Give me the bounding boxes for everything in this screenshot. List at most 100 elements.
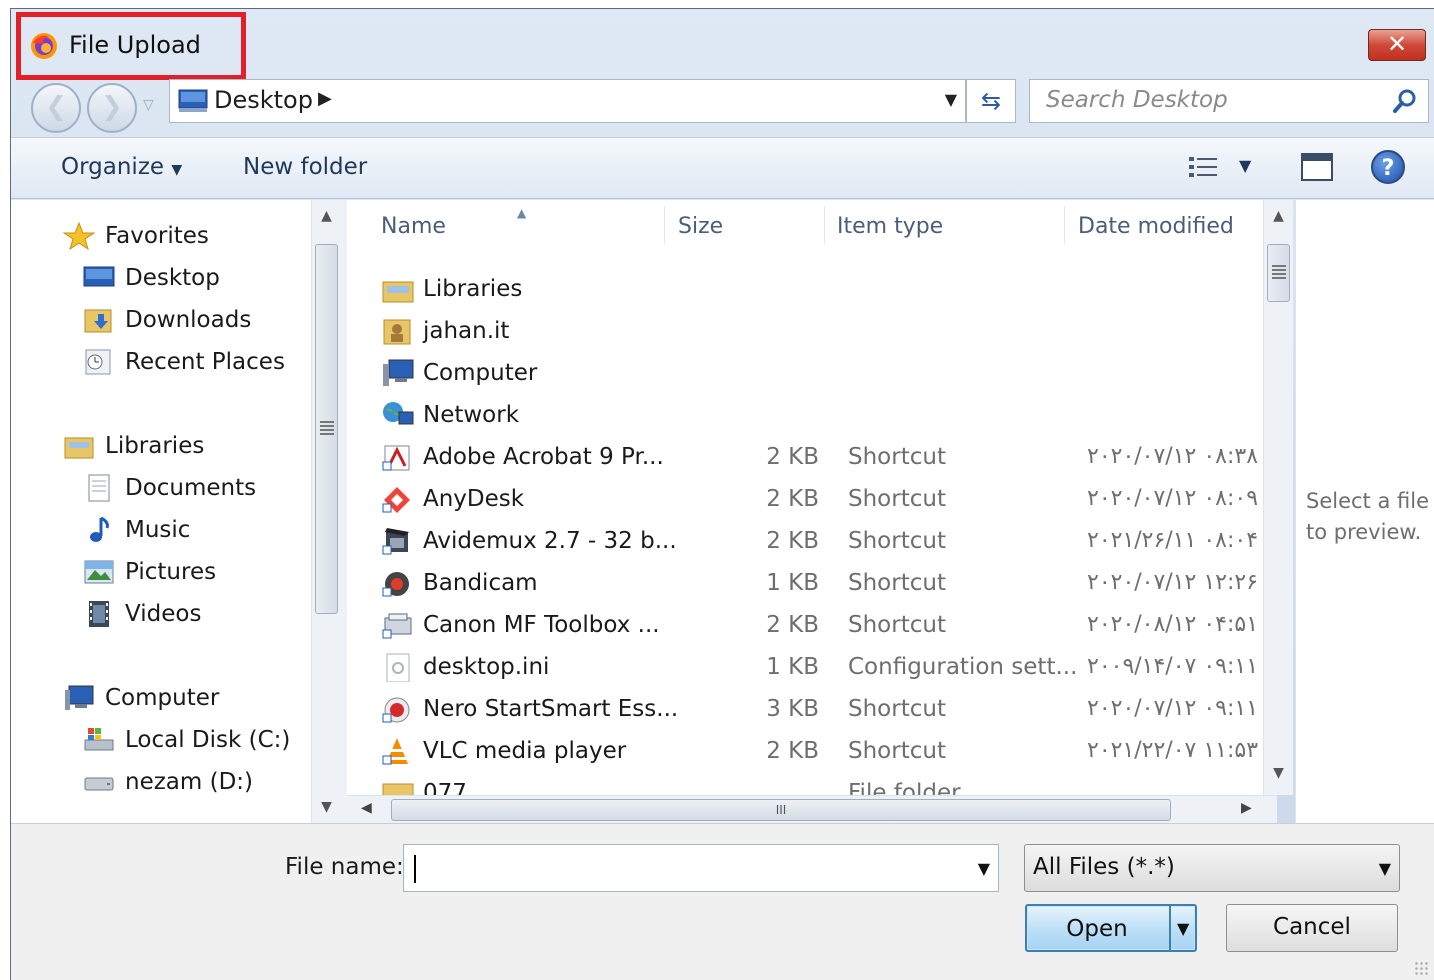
file-row[interactable]: Network xyxy=(347,394,1277,436)
file-row[interactable]: desktop.ini 1 KB Configuration sett... ۲۰۰۹… xyxy=(347,646,1277,688)
close-button[interactable]: ✕ xyxy=(1368,29,1426,61)
column-header-name[interactable]: Name xyxy=(381,214,446,239)
navigation-pane: Favorites Desktop Downloads Recent Place… xyxy=(11,200,341,823)
file-name-cell[interactable]: Adobe Acrobat 9 Pr... xyxy=(381,442,664,472)
file-row[interactable]: Computer xyxy=(347,352,1277,394)
column-header-size[interactable]: Size xyxy=(678,214,723,239)
column-header-item-type[interactable]: Item type xyxy=(837,214,943,239)
horizontal-scrollbar[interactable]: ◀ III ▶ xyxy=(347,795,1277,823)
search-box[interactable]: Search Desktop xyxy=(1029,79,1429,123)
file-name-cell[interactable]: desktop.ini xyxy=(381,652,549,682)
column-separator[interactable] xyxy=(1064,206,1065,244)
nav-item-videos[interactable]: Videos xyxy=(83,600,201,628)
column-separator[interactable] xyxy=(664,206,665,244)
file-date-cell: ۲۰۲۰/۰۷/۱۲ ۰۹:۱۱ xyxy=(1087,696,1259,721)
scrollbar-thumb[interactable] xyxy=(1267,244,1290,302)
help-icon[interactable]: ? xyxy=(1371,150,1405,184)
file-row[interactable]: Nero StartSmart Ess... 3 KB Shortcut ۲۰۲۰/۰… xyxy=(347,688,1277,730)
file-name-cell[interactable]: Bandicam xyxy=(381,568,538,598)
open-options-dropdown-icon[interactable]: ▼ xyxy=(1177,919,1189,938)
address-dropdown-icon[interactable]: ▼ xyxy=(945,90,957,109)
scroll-left-arrow-icon[interactable]: ◀ xyxy=(361,800,372,816)
nav-item-desktop[interactable]: Desktop xyxy=(83,264,220,292)
file-name-text: jahan.it xyxy=(423,318,510,344)
file-row[interactable]: Canon MF Toolbox ... 2 KB Shortcut ۲۰۲۰/۰۸/… xyxy=(347,604,1277,646)
file-name-text: Computer xyxy=(423,360,538,386)
refresh-button[interactable]: ⇆ xyxy=(966,79,1016,123)
nav-item-downloads[interactable]: Downloads xyxy=(83,306,251,334)
nav-item-music[interactable]: Music xyxy=(83,516,190,544)
nav-item-documents[interactable]: Documents xyxy=(83,474,256,502)
scroll-down-arrow-icon[interactable]: ▼ xyxy=(312,799,341,815)
file-date-cell: ۲۰۲۱/۲۲/۰۷ ۱۱:۵۳ xyxy=(1087,738,1259,763)
file-row[interactable]: jahan.it xyxy=(347,310,1277,352)
nav-item-drive-d[interactable]: nezam (D:) xyxy=(83,768,253,796)
scrollbar-thumb[interactable] xyxy=(315,244,338,614)
file-row[interactable]: Adobe Acrobat 9 Pr... 2 KB Shortcut ۲۰۲۰/۰۷… xyxy=(347,436,1277,478)
file-list-scrollbar[interactable]: ▲ ▼ xyxy=(1263,200,1293,795)
address-location[interactable]: Desktop xyxy=(214,86,313,114)
file-name-cell[interactable]: AnyDesk xyxy=(381,484,524,514)
horizontal-scrollbar-thumb[interactable]: III xyxy=(391,799,1171,821)
new-folder-button[interactable]: New folder xyxy=(243,154,367,180)
file-row[interactable]: VLC media player 2 KB Shortcut ۲۰۲۱/۲۲/۰۷ ۱… xyxy=(347,730,1277,772)
back-button[interactable]: ❮ xyxy=(31,83,81,133)
file-row[interactable]: 077 File folder xyxy=(347,772,1277,795)
file-row[interactable]: AnyDesk 2 KB Shortcut ۲۰۲۰/۰۷/۱۲ ۰۸:۰۹ xyxy=(347,478,1277,520)
desktop-icon xyxy=(178,89,208,112)
file-name-cell[interactable]: Libraries xyxy=(381,274,522,304)
open-button[interactable]: Open ▼ xyxy=(1025,904,1197,952)
scroll-down-arrow-icon[interactable]: ▼ xyxy=(1264,765,1293,781)
folder-icon xyxy=(382,783,414,795)
file-name-cell[interactable]: VLC media player xyxy=(381,736,626,766)
scroll-up-arrow-icon[interactable]: ▲ xyxy=(1264,208,1293,224)
dialog-footer: File name: ▼ All Files (*.*) ▼ Open ▼ Ca… xyxy=(11,823,1434,980)
column-separator[interactable] xyxy=(824,206,825,244)
open-button-split xyxy=(1169,906,1171,950)
forward-button[interactable]: ❯ xyxy=(87,83,137,133)
recent-locations-dropdown[interactable]: ▽ xyxy=(143,97,154,113)
address-bar[interactable]: Desktop ▶ ▼ xyxy=(169,79,966,123)
nav-libraries[interactable]: Libraries xyxy=(63,432,204,460)
file-name-cell[interactable]: Computer xyxy=(381,358,537,388)
navigation-scrollbar[interactable]: ▲ ▼ xyxy=(311,200,341,823)
column-header-date-modified[interactable]: Date modified xyxy=(1078,214,1234,239)
view-options-dropdown-icon[interactable]: ▼ xyxy=(1239,156,1251,175)
search-icon[interactable] xyxy=(1392,88,1418,114)
recent-places-icon xyxy=(85,349,111,375)
cancel-button[interactable]: Cancel xyxy=(1226,904,1398,952)
file-row[interactable]: Bandicam 1 KB Shortcut ۲۰۲۰/۰۷/۱۲ ۱۲:۲۶ xyxy=(347,562,1277,604)
file-name-cell[interactable]: Nero StartSmart Ess... xyxy=(381,694,678,724)
nav-item-label: Videos xyxy=(125,601,202,627)
scroll-up-arrow-icon[interactable]: ▲ xyxy=(312,208,341,224)
file-row[interactable]: Libraries xyxy=(347,268,1277,310)
breadcrumb-chevron-icon[interactable]: ▶ xyxy=(318,88,332,109)
nav-item-local-disk-c[interactable]: Local Disk (C:) xyxy=(83,726,290,754)
nav-computer[interactable]: Computer xyxy=(63,684,219,712)
file-name-label: File name: xyxy=(285,854,404,880)
file-type-cell: File folder xyxy=(848,780,961,795)
libraries-icon xyxy=(64,437,94,459)
forward-arrow-icon: ❯ xyxy=(101,92,123,122)
file-name-cell[interactable]: jahan.it xyxy=(381,316,509,346)
file-name-input[interactable] xyxy=(418,849,958,887)
scroll-right-arrow-icon[interactable]: ▶ xyxy=(1241,800,1252,816)
file-name-cell[interactable]: Canon MF Toolbox ... xyxy=(381,610,660,640)
resize-grip-icon[interactable] xyxy=(1414,961,1428,975)
filter-dropdown-icon[interactable]: ▼ xyxy=(1379,859,1391,878)
file-name-cell[interactable]: Network xyxy=(381,400,519,430)
file-name-cell[interactable]: Avidemux 2.7 - 32 b... xyxy=(381,526,677,556)
file-name-combobox[interactable]: ▼ xyxy=(403,844,999,892)
preview-pane-toggle-icon[interactable] xyxy=(1301,153,1333,181)
file-name-cell[interactable]: 077 xyxy=(381,778,467,795)
nav-item-pictures[interactable]: Pictures xyxy=(83,558,216,586)
nav-item-recent-places[interactable]: Recent Places xyxy=(83,348,285,376)
file-type-filter-select[interactable]: All Files (*.*) ▼ xyxy=(1024,844,1400,892)
search-input[interactable]: Search Desktop xyxy=(1046,87,1228,113)
file-name-dropdown-icon[interactable]: ▼ xyxy=(978,859,990,878)
organize-button[interactable]: Organize ▼ xyxy=(61,154,182,180)
preview-pane: Select a file to preview. xyxy=(1295,200,1434,823)
change-view-icon[interactable] xyxy=(1187,154,1221,182)
nav-favorites[interactable]: Favorites xyxy=(63,222,209,250)
file-row[interactable]: Avidemux 2.7 - 32 b... 2 KB Shortcut ۲۰۲۱/۲… xyxy=(347,520,1277,562)
